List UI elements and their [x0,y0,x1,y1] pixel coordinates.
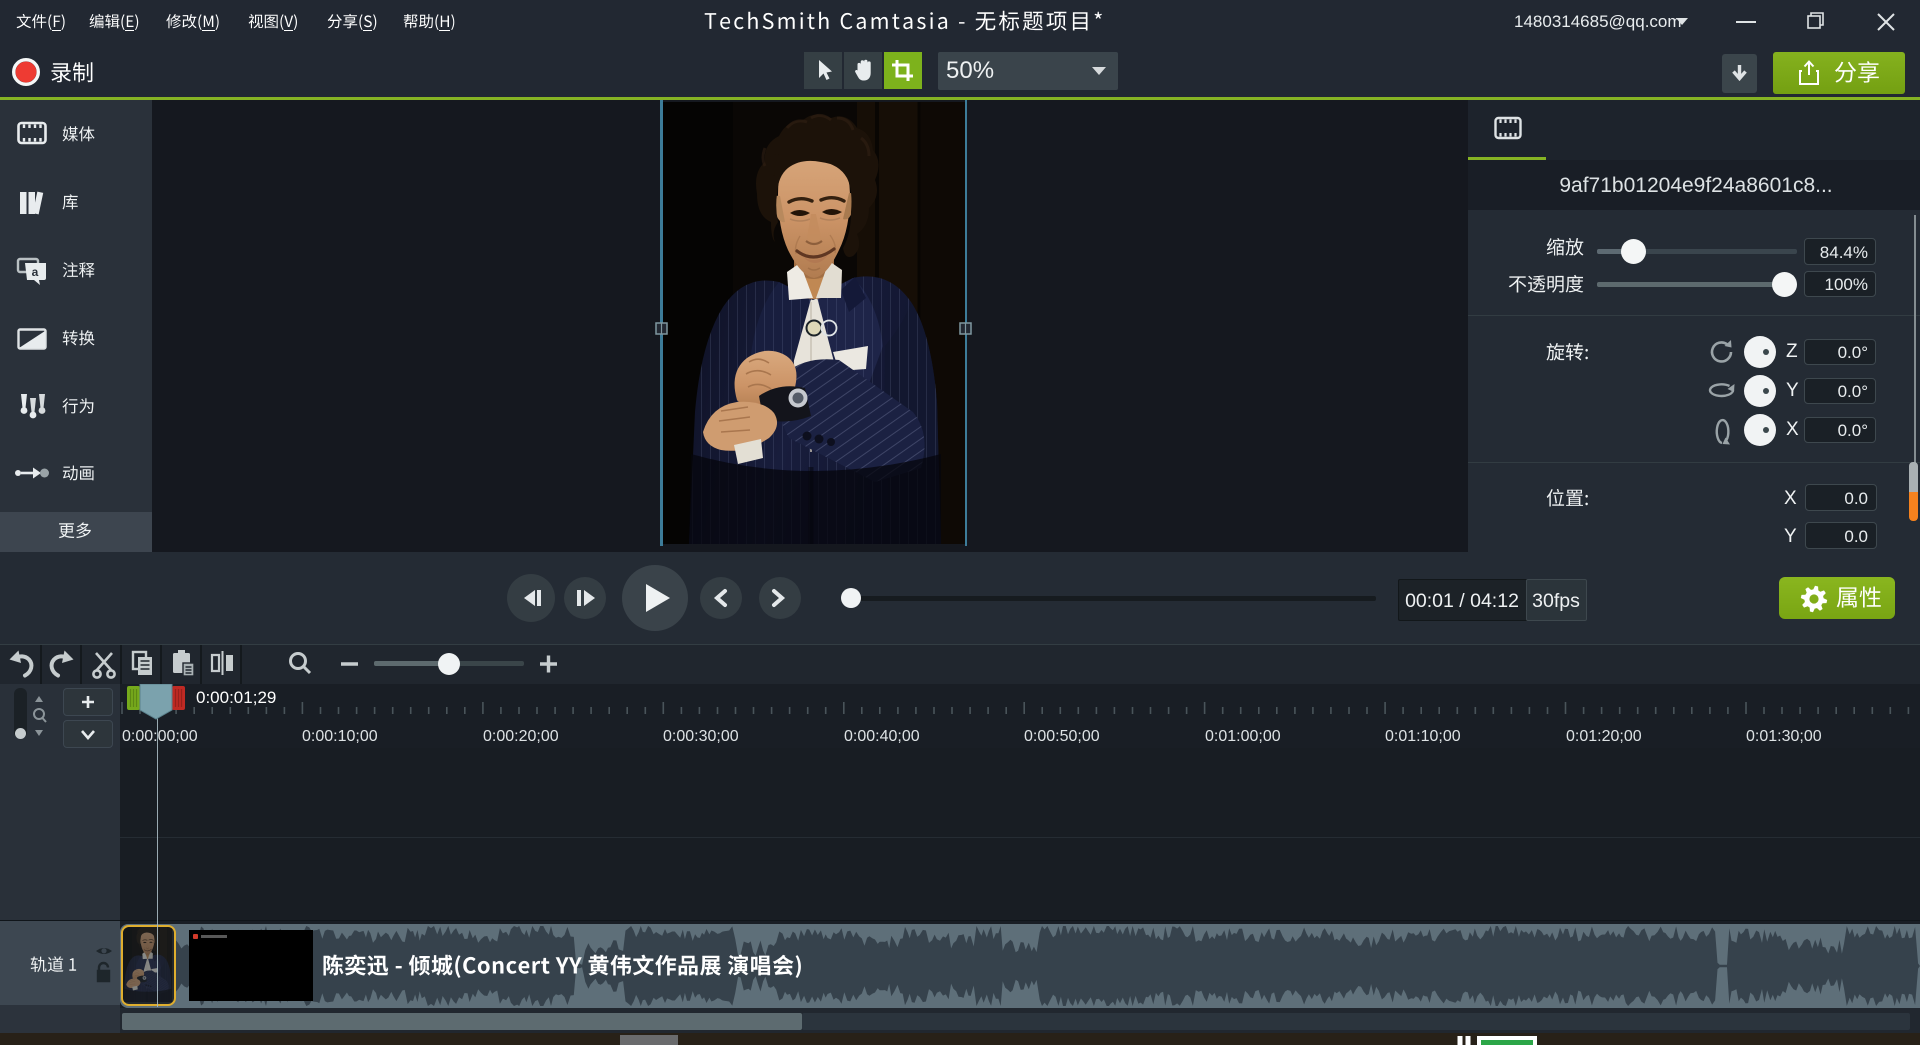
svg-text:a: a [32,265,39,279]
